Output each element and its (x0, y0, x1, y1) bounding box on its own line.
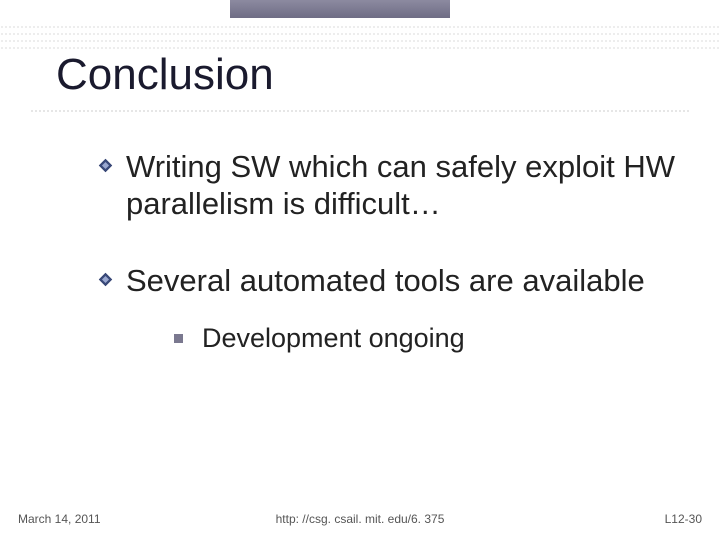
diamond-bullet-icon (98, 272, 113, 287)
title-underline (30, 110, 690, 112)
subbullet-text: Development ongoing (202, 323, 465, 353)
header-dots-4 (0, 47, 720, 49)
slide-title: Conclusion (56, 50, 274, 100)
bullet-level1: Writing SW which can safely exploit HW p… (98, 148, 680, 222)
header-dots-2 (0, 33, 720, 35)
header-dots-1 (0, 26, 720, 28)
footer-url: http: //csg. csail. mit. edu/6. 375 (0, 512, 720, 526)
bullet-text: Several automated tools are available (126, 263, 645, 298)
footer-page: L12-30 (665, 512, 702, 526)
diamond-bullet-icon (98, 158, 113, 173)
square-bullet-icon (174, 334, 183, 343)
header-dots-3 (0, 40, 720, 42)
slide: Conclusion Writing SW which can safely e… (0, 0, 720, 540)
bullet-level1: Several automated tools are available De… (98, 262, 680, 354)
bullet-level2: Development ongoing (174, 322, 680, 354)
content-area: Writing SW which can safely exploit HW p… (98, 148, 680, 394)
bullet-text: Writing SW which can safely exploit HW p… (126, 149, 675, 221)
header-accent-bar (230, 0, 450, 18)
